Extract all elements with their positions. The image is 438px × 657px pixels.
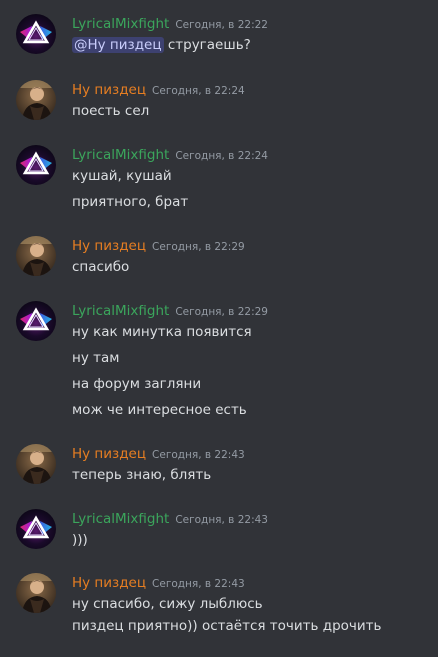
timestamp: Сегодня, в 22:29 xyxy=(152,241,245,253)
user-mention[interactable]: @Ну пиздец xyxy=(72,37,164,53)
author-name[interactable]: LyricalMixfight xyxy=(72,511,169,527)
author-name[interactable]: Ну пиздец xyxy=(72,575,146,591)
author-name[interactable]: Ну пиздец xyxy=(72,238,146,254)
message-text: на форум загляни xyxy=(72,376,202,392)
neon-triangle-avatar[interactable] xyxy=(16,509,56,549)
person-photo-avatar[interactable] xyxy=(16,444,56,484)
timestamp: Сегодня, в 22:29 xyxy=(175,306,268,318)
message-text: кушай, кушай xyxy=(72,168,172,184)
timestamp: Сегодня, в 22:22 xyxy=(175,19,268,31)
author-name[interactable]: LyricalMixfight xyxy=(72,16,169,32)
timestamp: Сегодня, в 22:43 xyxy=(152,449,245,461)
message-text: спасибо xyxy=(72,259,130,275)
timestamp: Сегодня, в 22:43 xyxy=(152,578,245,590)
timestamp: Сегодня, в 22:24 xyxy=(152,85,245,97)
neon-triangle-avatar[interactable] xyxy=(16,145,56,185)
author-name[interactable]: LyricalMixfight xyxy=(72,303,169,319)
author-name[interactable]: LyricalMixfight xyxy=(72,147,169,163)
message-text: поесть сел xyxy=(72,103,150,119)
message-text: приятного, брат xyxy=(72,194,189,210)
message-text: ну спасибо, сижу лыблюсь xyxy=(72,596,263,612)
author-name[interactable]: Ну пиздец xyxy=(72,446,146,462)
person-photo-avatar[interactable] xyxy=(16,80,56,120)
timestamp: Сегодня, в 22:24 xyxy=(175,150,268,162)
message-text: мож че интересное есть xyxy=(72,402,247,418)
message-text: пиздец приятно)) остаётся точить дрочить xyxy=(72,618,382,634)
author-name[interactable]: Ну пиздец xyxy=(72,82,146,98)
message-text: ))) xyxy=(72,532,88,548)
person-photo-avatar[interactable] xyxy=(16,236,56,276)
message-text: теперь знаю, блять xyxy=(72,467,212,483)
timestamp: Сегодня, в 22:43 xyxy=(175,514,268,526)
neon-triangle-avatar[interactable] xyxy=(16,14,56,54)
neon-triangle-avatar[interactable] xyxy=(16,301,56,341)
message-text: @Ну пиздец стругаешь? xyxy=(72,36,251,54)
message-text: ну там xyxy=(72,350,120,366)
chat-message-list: LyricalMixfight Сегодня, в 22:22 @Ну пизд… xyxy=(0,0,438,657)
person-photo-avatar[interactable] xyxy=(16,573,56,613)
message-text-fragment: стругаешь? xyxy=(163,37,251,53)
message-text: ну как минутка появится xyxy=(72,324,252,340)
